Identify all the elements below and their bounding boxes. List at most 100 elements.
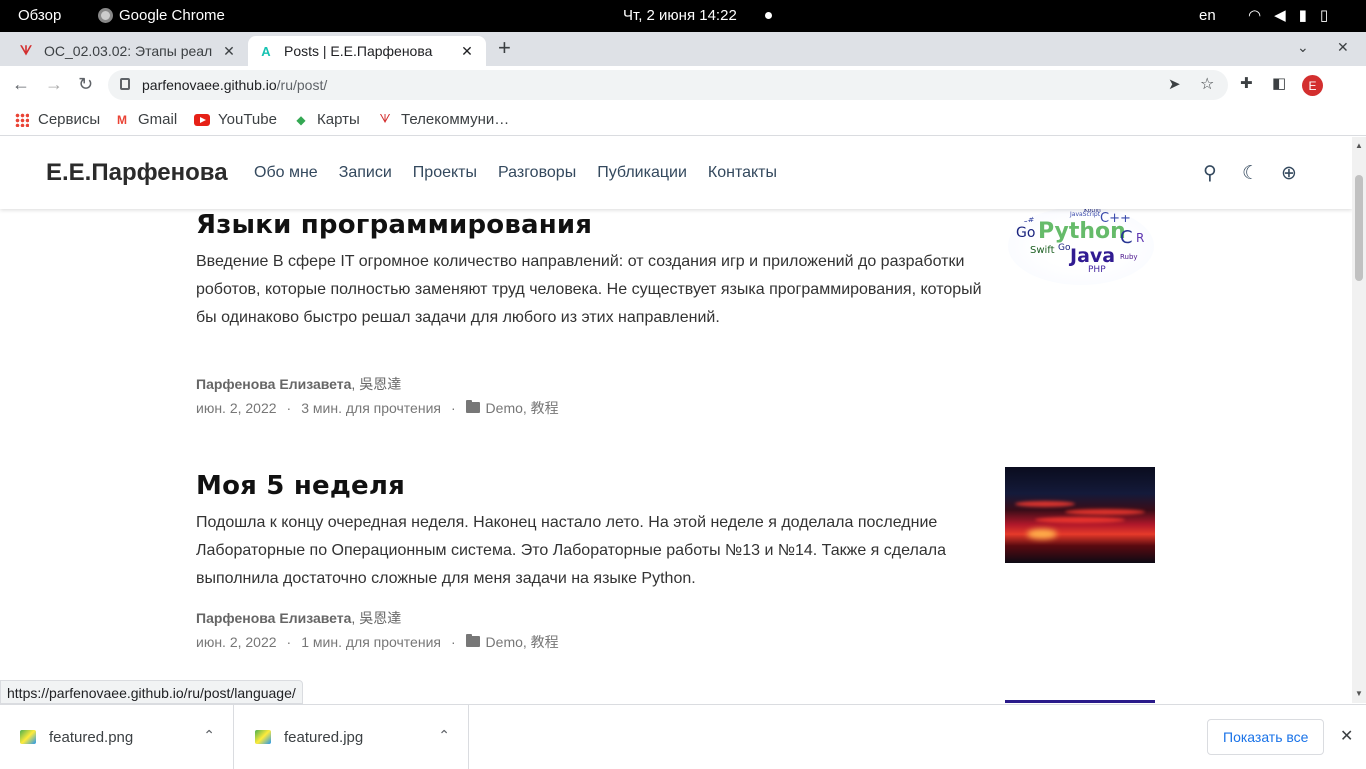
menu-item-contacts[interactable]: Контакты — [708, 164, 777, 182]
tab-search-chevron-down-icon[interactable]: ⌄ — [1297, 39, 1309, 56]
wordcloud-word: C++ — [1100, 211, 1131, 226]
scrollbar-thumb[interactable] — [1355, 175, 1363, 281]
image-file-icon — [255, 730, 271, 744]
academic-icon: A — [261, 43, 271, 59]
meta-separator: · — [450, 634, 456, 650]
post-date: июн. 2, 2022 — [196, 400, 277, 416]
page-scrollbar[interactable]: ▲ ▼ — [1352, 137, 1366, 703]
tab-posts[interactable]: A Posts | Е.Е.Парфенова ✕ — [248, 36, 486, 66]
post-summary: Введение В сфере IT огромное количество … — [196, 253, 982, 326]
browser-toolbar: ← → ↻ parfenovaee.github.io/ru/post/ ➤ ☆ — [0, 66, 1366, 104]
site-brand[interactable]: Е.Е.Парфенова — [46, 159, 228, 187]
download-item[interactable]: featured.png ⌃ — [0, 705, 234, 769]
side-panel-icon[interactable]: ◧ — [1272, 74, 1286, 92]
show-all-downloads-button[interactable]: Показать все — [1207, 719, 1325, 755]
download-shelf: featured.png ⌃ featured.jpg ⌃ Показать в… — [0, 704, 1366, 769]
author-link[interactable]: , 吳恩達 — [351, 610, 401, 626]
tab-moodle[interactable]: ᗐ ОС_02.03.02: Этапы реал ✕ — [8, 36, 248, 66]
battery-icon: ▯ — [1319, 7, 1329, 24]
download-filename: featured.png — [49, 728, 134, 746]
tab-strip: ᗐ ОС_02.03.02: Этапы реал ✕ A Posts | Е.… — [0, 32, 1366, 66]
bookmarks-bar: Сервисы M Gmail YouTube ◆ Карты ᗐ Телеко… — [0, 104, 1366, 136]
chrome-icon — [98, 8, 113, 23]
bookmark-gmail[interactable]: M Gmail — [114, 111, 177, 128]
notification-dot-icon — [765, 12, 772, 19]
wordcloud-word: R — [1136, 231, 1145, 245]
image-file-icon — [20, 730, 36, 744]
menu-item-posts[interactable]: Записи — [339, 164, 392, 182]
send-tab-icon[interactable]: ➤ — [1168, 75, 1181, 93]
site-navbar: Е.Е.Парфенова Обо мне Записи Проекты Раз… — [0, 137, 1352, 209]
extensions-puzzle-icon[interactable]: ✚ — [1240, 74, 1253, 92]
author-link[interactable]: , 吳恩達 — [351, 376, 401, 392]
bookmark-youtube[interactable]: YouTube — [194, 111, 277, 128]
categories: Demo, 教程 — [465, 398, 559, 418]
clock[interactable]: Чт, 2 июня 14:22 — [623, 7, 737, 24]
url-text[interactable]: parfenovaee.github.io/ru/post/ — [142, 77, 327, 93]
post-authors: Парфенова Елизавета, 吳恩達 — [196, 374, 401, 394]
wordcloud-word: C# — [1022, 215, 1035, 224]
close-icon[interactable]: ✕ — [1340, 726, 1353, 746]
folder-icon — [465, 634, 480, 647]
folder-icon — [465, 400, 480, 413]
bookmark-star-icon[interactable]: ☆ — [1200, 74, 1214, 94]
author-link[interactable]: Парфенова Елизавета — [196, 610, 351, 626]
scroll-up-arrow-icon[interactable]: ▲ — [1355, 141, 1363, 150]
bookmark-label: Gmail — [138, 111, 178, 128]
profile-avatar[interactable]: E — [1302, 75, 1323, 96]
bookmark-telecom[interactable]: ᗐ Телекоммуни… — [377, 111, 509, 128]
dark-mode-moon-icon[interactable]: ☾ — [1242, 162, 1259, 185]
download-item[interactable]: featured.jpg ⌃ — [235, 705, 469, 769]
back-arrow-icon[interactable]: ← — [12, 74, 30, 95]
wordcloud-word: Java — [1070, 245, 1116, 267]
forward-arrow-icon[interactable]: → — [45, 74, 63, 95]
scroll-down-arrow-icon[interactable]: ▼ — [1355, 689, 1363, 698]
moodle-icon: ᗐ — [379, 112, 391, 126]
menu-item-talks[interactable]: Разговоры — [498, 164, 576, 182]
post-thumbnail-wordcloud[interactable]: Go Python C++ C R Java Swift PHP JavaScr… — [1008, 207, 1154, 285]
post-thumbnail-sunset[interactable] — [1005, 467, 1155, 563]
wordcloud-word: Go — [1016, 225, 1036, 241]
tab-title: Posts | Е.Е.Парфенова — [284, 43, 433, 59]
wordcloud-word: C — [1120, 227, 1133, 248]
wordcloud-word: PHP — [1088, 265, 1106, 275]
close-tab-icon[interactable]: ✕ — [458, 43, 476, 60]
category-links[interactable]: Demo, 教程 — [486, 634, 559, 650]
reload-icon[interactable]: ↻ — [78, 74, 93, 95]
close-tab-icon[interactable]: ✕ — [220, 43, 238, 60]
address-bar[interactable]: parfenovaee.github.io/ru/post/ ➤ ☆ — [108, 70, 1228, 100]
category-links[interactable]: Demo, 教程 — [486, 400, 559, 416]
meta-separator: · — [286, 634, 292, 650]
menu-item-projects[interactable]: Проекты — [413, 164, 477, 182]
menu-item-publications[interactable]: Публикации — [597, 164, 687, 182]
language-globe-icon[interactable]: ⊕ — [1281, 162, 1297, 185]
chevron-up-icon[interactable]: ⌃ — [438, 727, 450, 744]
system-status-area[interactable]: ◠ ◀ ▮ ▯ — [1248, 6, 1328, 24]
web-page: Е.Е.Парфенова Обо мне Записи Проекты Раз… — [0, 137, 1352, 703]
chevron-up-icon[interactable]: ⌃ — [203, 727, 215, 744]
microphone-icon: ▮ — [1298, 7, 1307, 24]
activities-button[interactable]: Обзор — [18, 7, 61, 24]
author-link[interactable]: Парфенова Елизавета — [196, 376, 351, 392]
app-menu[interactable]: Google Chrome — [98, 7, 225, 24]
post-meta: июн. 2, 2022 · 3 мин. для прочтения · De… — [196, 398, 559, 418]
volume-icon: ◀ — [1274, 7, 1286, 24]
new-tab-button[interactable]: + — [498, 36, 511, 60]
status-bubble-url: https://parfenovaee.github.io/ru/post/la… — [0, 680, 303, 704]
wordcloud-word: Swift — [1030, 245, 1055, 256]
post-date: июн. 2, 2022 — [196, 634, 277, 650]
wordcloud-word: Go — [1058, 243, 1071, 253]
bookmark-services[interactable]: Сервисы — [14, 111, 100, 128]
moodle-icon: ᗐ — [19, 43, 33, 58]
bookmark-maps[interactable]: ◆ Карты — [293, 111, 359, 128]
lock-icon[interactable] — [120, 78, 130, 90]
keyboard-layout[interactable]: en — [1199, 7, 1216, 24]
tab-title: ОС_02.03.02: Этапы реал — [44, 43, 213, 59]
window-close-icon[interactable]: ✕ — [1337, 39, 1349, 56]
menu-item-about[interactable]: Обо мне — [254, 164, 318, 182]
gmail-icon: M — [117, 112, 127, 127]
bookmark-label: Сервисы — [38, 111, 101, 128]
post-authors: Парфенова Елизавета, 吳恩達 — [196, 608, 401, 628]
search-icon[interactable]: ⚲ — [1203, 162, 1217, 185]
post-thumbnail-partial[interactable] — [1005, 700, 1155, 703]
